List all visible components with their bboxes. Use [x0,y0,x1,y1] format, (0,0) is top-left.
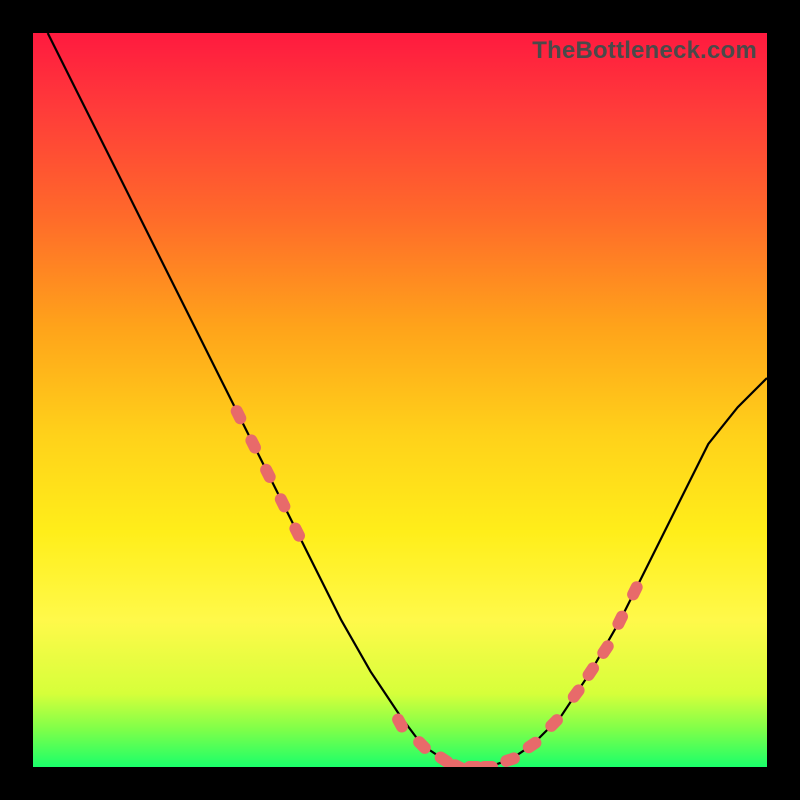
curve-overlay [33,33,767,767]
curve-marker [411,734,434,757]
curve-marker [243,432,263,455]
bottleneck-curve [48,33,767,767]
curve-marker [287,520,307,543]
curve-marker [478,761,498,767]
curve-marker [273,491,293,514]
chart-frame: TheBottleneck.com [0,0,800,800]
curve-markers [229,403,645,767]
curve-marker [610,609,630,632]
plot-area: TheBottleneck.com [33,33,767,767]
curve-marker [565,682,587,705]
curve-marker [258,462,278,485]
curve-marker [625,579,645,602]
curve-marker [580,660,601,683]
curve-marker [390,711,410,734]
curve-marker [229,403,249,426]
